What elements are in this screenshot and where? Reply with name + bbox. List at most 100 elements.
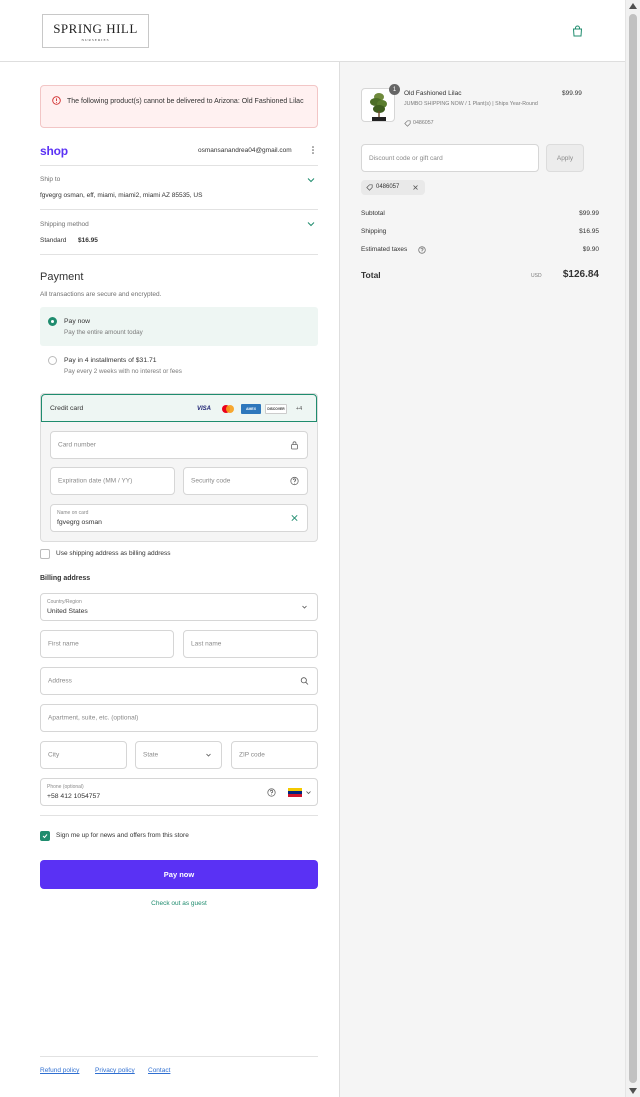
phone-label: Phone (optional) bbox=[47, 784, 84, 790]
account-email: osmansanandrea04@gmail.com bbox=[198, 147, 292, 154]
chevron-down-icon bbox=[302, 605, 307, 609]
phone-value: +58 412 1054757 bbox=[47, 793, 101, 800]
name-on-card-label: Name on card bbox=[57, 510, 89, 516]
lilac-plant-image bbox=[370, 93, 387, 121]
divider bbox=[40, 209, 318, 210]
product-name: Old Fashioned Lilac bbox=[404, 90, 462, 97]
refund-policy-link[interactable]: Refund policy bbox=[40, 1067, 79, 1074]
mastercard-icon bbox=[222, 405, 234, 413]
pay-now-button[interactable]: Pay now bbox=[40, 860, 318, 889]
option-subtitle: Pay every 2 weeks with no interest or fe… bbox=[64, 368, 182, 375]
use-shipping-checkbox[interactable] bbox=[40, 549, 50, 559]
product-discount-code: 0486057 bbox=[413, 120, 434, 126]
apply-discount-button[interactable]: Apply bbox=[546, 144, 584, 172]
pay-now-option[interactable]: Pay now Pay the entire amount today bbox=[40, 307, 318, 346]
option-subtitle: Pay the entire amount today bbox=[64, 329, 143, 336]
use-shipping-as-billing-row[interactable]: Use shipping address as billing address bbox=[40, 549, 318, 561]
country-value: United States bbox=[47, 608, 88, 615]
venezuela-flag-icon[interactable] bbox=[288, 788, 302, 797]
option-title: Pay in 4 installments of $31.71 bbox=[64, 357, 157, 364]
use-shipping-label: Use shipping address as billing address bbox=[56, 550, 171, 557]
applied-code-chip: 0486057 bbox=[361, 180, 425, 195]
security-code-placeholder: Security code bbox=[191, 477, 231, 485]
installments-option[interactable]: Pay in 4 installments of $31.71 Pay ever… bbox=[40, 346, 318, 386]
ship-to-address: fgvegrg osman, eff, miami, miami2, miami… bbox=[40, 192, 203, 199]
checkout-as-guest-link[interactable]: Check out as guest bbox=[40, 900, 318, 907]
divider bbox=[40, 254, 318, 255]
privacy-policy-link[interactable]: Privacy policy bbox=[95, 1067, 135, 1074]
zip-code-input[interactable]: ZIP code bbox=[231, 741, 318, 769]
store-logo[interactable]: SPRING HILL NURSERIES bbox=[42, 14, 149, 48]
card-number-input[interactable]: Card number bbox=[50, 431, 308, 459]
address-input[interactable]: Address bbox=[40, 667, 318, 695]
close-icon[interactable] bbox=[412, 184, 419, 191]
shopping-bag-icon[interactable] bbox=[572, 25, 583, 37]
tag-icon bbox=[404, 120, 411, 127]
scroll-down-arrow-icon[interactable] bbox=[629, 1088, 637, 1094]
subtotal-label: Subtotal bbox=[361, 210, 385, 217]
card-number-placeholder: Card number bbox=[58, 441, 96, 449]
chevron-down-icon[interactable] bbox=[307, 221, 315, 227]
zip-placeholder: ZIP code bbox=[239, 751, 265, 759]
currency-code: USD bbox=[531, 273, 542, 279]
divider bbox=[40, 165, 318, 166]
newsletter-row[interactable]: Sign me up for news and offers from this… bbox=[40, 831, 318, 843]
radio-unselected[interactable] bbox=[48, 356, 57, 365]
address-placeholder: Address bbox=[48, 677, 72, 685]
phone-input[interactable]: Phone (optional) +58 412 1054757 bbox=[40, 778, 318, 806]
name-on-card-value: fgvegrg osman bbox=[57, 519, 102, 526]
shipping-label: Shipping bbox=[361, 228, 387, 235]
visa-logo: VISA bbox=[196, 406, 211, 412]
credit-card-option[interactable]: Credit card VISA AMEX DISCOVER +4 bbox=[41, 394, 317, 422]
footer-divider bbox=[40, 1056, 318, 1057]
help-circle-icon[interactable] bbox=[290, 476, 299, 486]
country-label: Country/Region bbox=[47, 599, 82, 605]
scrollbar-thumb[interactable] bbox=[629, 14, 637, 1083]
header: SPRING HILL NURSERIES bbox=[0, 0, 625, 62]
last-name-input[interactable]: Last name bbox=[183, 630, 318, 658]
checkmark-icon bbox=[42, 834, 48, 839]
ship-to-label: Ship to bbox=[40, 176, 61, 183]
logo-subtitle: NURSERIES bbox=[81, 37, 110, 42]
expiration-date-input[interactable]: Expiration date (MM / YY) bbox=[50, 467, 175, 495]
order-summary-panel bbox=[339, 62, 625, 1097]
apartment-placeholder: Apartment, suite, etc. (optional) bbox=[48, 714, 139, 722]
check-icon bbox=[291, 514, 298, 522]
contact-link[interactable]: Contact bbox=[148, 1067, 170, 1074]
shipping-method-name: Standard bbox=[40, 237, 67, 244]
discount-code-input[interactable]: Discount code or gift card bbox=[361, 144, 539, 172]
delivery-error-alert: The following product(s) cannot be deliv… bbox=[40, 85, 318, 128]
chevron-down-icon[interactable] bbox=[305, 789, 312, 796]
state-placeholder: State bbox=[143, 751, 159, 759]
name-on-card-input[interactable]: Name on card fgvegrg osman bbox=[50, 504, 308, 532]
shipping-method-label: Shipping method bbox=[40, 221, 89, 228]
alert-message: The following product(s) cannot be deliv… bbox=[67, 98, 304, 105]
radio-selected[interactable] bbox=[48, 317, 57, 326]
subtotal-value: $99.99 bbox=[579, 210, 599, 217]
security-code-input[interactable]: Security code bbox=[183, 467, 308, 495]
logo-title: SPRING HILL bbox=[53, 20, 138, 36]
apartment-input[interactable]: Apartment, suite, etc. (optional) bbox=[40, 704, 318, 732]
country-select[interactable]: Country/Region United States bbox=[40, 593, 318, 621]
city-placeholder: City bbox=[48, 751, 60, 759]
total-value: $126.84 bbox=[562, 269, 599, 280]
newsletter-label: Sign me up for news and offers from this… bbox=[56, 832, 189, 839]
payment-subtitle: All transactions are secure and encrypte… bbox=[40, 291, 162, 298]
newsletter-checkbox[interactable] bbox=[40, 831, 50, 841]
scroll-up-arrow-icon[interactable] bbox=[629, 3, 637, 9]
chevron-down-icon bbox=[206, 753, 211, 757]
applied-code-text: 0486057 bbox=[376, 184, 400, 190]
credit-card-section: Credit card VISA AMEX DISCOVER +4 Card n… bbox=[40, 393, 318, 542]
quantity-badge: 1 bbox=[389, 84, 400, 95]
total-label: Total bbox=[361, 270, 381, 280]
product-variant: JUMBO SHIPPING NOW / 1 Plant(s) | Ships … bbox=[404, 101, 538, 107]
help-circle-icon[interactable] bbox=[418, 246, 426, 254]
city-input[interactable]: City bbox=[40, 741, 127, 769]
first-name-input[interactable]: First name bbox=[40, 630, 174, 658]
page-scrollbar[interactable] bbox=[625, 0, 640, 1097]
first-name-placeholder: First name bbox=[48, 640, 79, 648]
more-options-icon[interactable] bbox=[311, 145, 315, 155]
state-select[interactable]: State bbox=[135, 741, 222, 769]
help-circle-icon[interactable] bbox=[267, 788, 276, 797]
chevron-down-icon[interactable] bbox=[307, 177, 315, 183]
